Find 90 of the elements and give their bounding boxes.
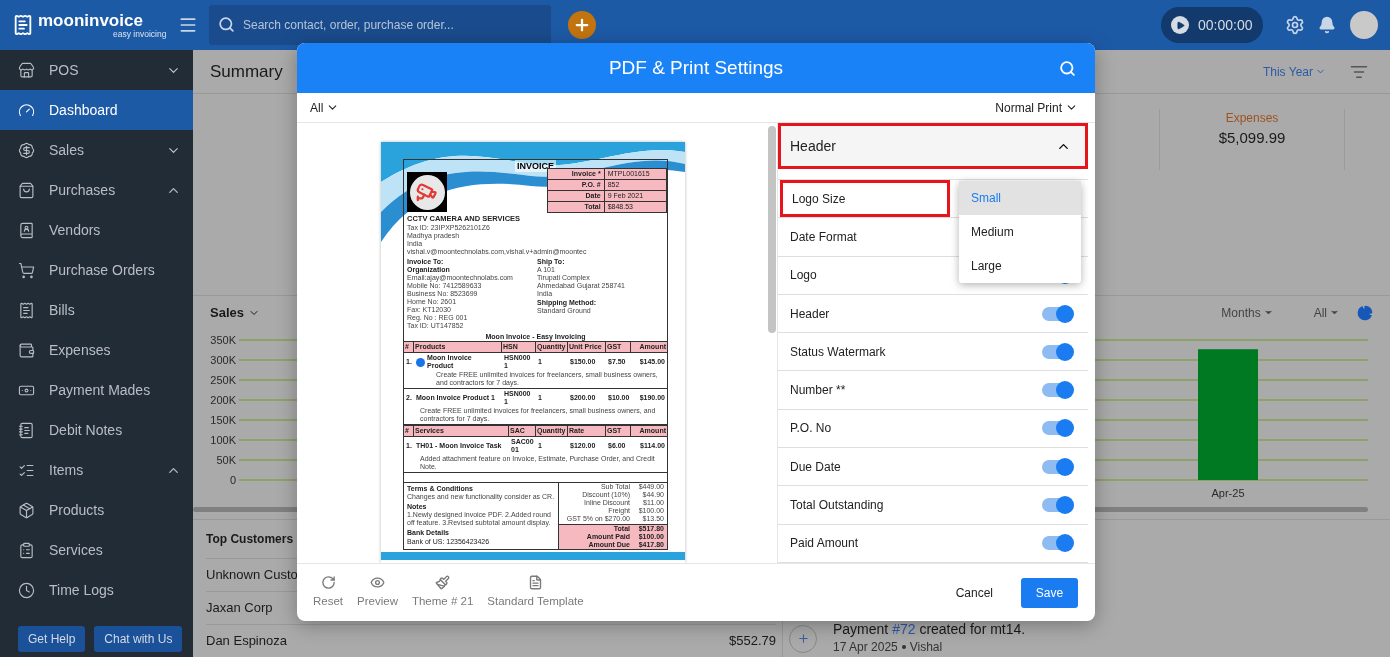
axis-tick-label: 50K	[216, 454, 236, 466]
activity-date: 17 Apr 2025	[833, 639, 898, 656]
axis-tick-label: 300K	[210, 354, 236, 366]
axis-tick-label: 150K	[210, 414, 236, 426]
play-icon	[1175, 20, 1185, 30]
sidebar-item[interactable]: Purchases	[0, 170, 193, 210]
activity-user: Vishal	[909, 639, 943, 656]
sidebar-item[interactable]: Payment Mades	[0, 370, 193, 410]
customer-name: Dan Espinoza	[206, 632, 287, 651]
toggle-switch[interactable]	[1042, 496, 1074, 514]
stat-value: $5,099.99	[1218, 128, 1286, 149]
toggle-switch[interactable]	[1042, 304, 1074, 323]
setting-label: Logo Size	[780, 180, 950, 218]
filter-dropdown[interactable]: All	[310, 98, 340, 117]
period-dropdown[interactable]: Months	[1221, 303, 1274, 322]
filter-dropdown[interactable]: All	[1313, 303, 1340, 322]
axis-tick-label: 350K	[210, 334, 236, 346]
print-mode-dropdown[interactable]: Normal Print	[995, 98, 1078, 117]
toolbar-button[interactable]: Theme # 21	[411, 574, 474, 611]
toggle-switch[interactable]	[1042, 342, 1074, 361]
page-title: Summary	[210, 60, 283, 83]
cancel-button[interactable]: Cancel	[941, 577, 1007, 608]
setting-label: Due Date	[789, 458, 841, 476]
company-logo	[407, 172, 447, 212]
tool-icon	[435, 574, 451, 590]
sidebar-item[interactable]: Expenses	[0, 330, 193, 370]
scrollbar[interactable]	[768, 126, 776, 333]
stat-label: Expenses	[1225, 110, 1279, 128]
activity-text: Payment #72 created for mt14.	[833, 621, 1026, 638]
tool-icon	[528, 574, 543, 590]
sidebar-item[interactable]: Time Logs	[0, 570, 193, 610]
logo-tagline: easy invoicing	[113, 28, 168, 39]
help-button[interactable]: Get Help	[18, 626, 86, 652]
sidebar-item[interactable]: Services	[0, 530, 193, 570]
plus-icon	[573, 16, 591, 34]
setting-label: Logo	[789, 267, 817, 285]
sidebar-item[interactable]: Vendors	[0, 210, 193, 250]
settings-icon[interactable]	[1285, 15, 1305, 35]
sidebar-item[interactable]: Purchase Orders	[0, 250, 193, 290]
section-title: Top Customers	[206, 531, 294, 548]
toggle-switch[interactable]	[1042, 534, 1074, 553]
customer-amount: $552.79	[729, 632, 776, 651]
logo-name: mooninvoice	[38, 11, 144, 29]
dropdown-option[interactable]: Medium	[959, 215, 1081, 249]
axis-tick-label: 200K	[210, 394, 236, 406]
save-button[interactable]: Save	[1021, 577, 1078, 608]
search-icon[interactable]	[1059, 60, 1076, 77]
sidebar-item[interactable]: Sales	[0, 130, 193, 170]
help-button[interactable]: Chat with Us	[94, 626, 183, 652]
accordion-header[interactable]: Header	[778, 123, 1088, 169]
sidebar-item[interactable]: Debit Notes	[0, 410, 193, 450]
setting-label: Status Watermark	[789, 343, 886, 361]
sidebar-item[interactable]: Bills	[0, 290, 193, 330]
dialog-title: PDF & Print Settings	[608, 55, 784, 80]
toolbar-button[interactable]: Reset	[313, 574, 344, 611]
setting-label: Number **	[789, 382, 846, 400]
tool-icon	[320, 574, 336, 590]
sidebar-item[interactable]: Products	[0, 490, 193, 530]
sidebar-item[interactable]: POS	[0, 50, 193, 90]
axis-tick-label: 0	[229, 474, 236, 486]
sidebar-item[interactable]: Dashboard	[0, 90, 193, 130]
logo-icon	[12, 14, 34, 36]
setting-label: Paid Amount	[789, 535, 859, 553]
toolbar-button[interactable]: Standard Template	[487, 574, 584, 611]
axis-category-label: Apr-25	[1211, 487, 1245, 499]
customer-name: Unknown Custo	[206, 566, 298, 585]
setting-label: Date Format	[789, 228, 857, 246]
sidebar-item[interactable]: Items	[0, 450, 193, 490]
setting-label: Header	[789, 305, 830, 323]
timer[interactable]: 00:00:00	[1161, 7, 1263, 43]
setting-label: Total Outstanding	[789, 497, 884, 514]
customer-name: Jaxan Corp	[206, 599, 273, 618]
bell-icon[interactable]	[1318, 16, 1336, 34]
tool-icon	[370, 574, 385, 590]
product-image	[416, 357, 425, 367]
toggle-switch[interactable]	[1042, 381, 1074, 400]
pie-chart-icon[interactable]	[1357, 304, 1373, 321]
chart-title-dropdown[interactable]: Sales	[210, 302, 260, 323]
plus-icon	[796, 632, 810, 645]
dropdown-option[interactable]: Large	[959, 249, 1081, 283]
toolbar-button[interactable]: Preview	[357, 574, 398, 611]
toggle-switch[interactable]	[1042, 457, 1074, 476]
search-field[interactable]: Search contact, order, purchase order...	[209, 5, 551, 45]
axis-tick-label: 250K	[210, 374, 236, 386]
search-icon	[218, 16, 235, 33]
add-button[interactable]	[568, 11, 596, 39]
toggle-switch[interactable]	[1042, 419, 1074, 438]
avatar[interactable]	[1350, 11, 1378, 39]
setting-label: P.O. No	[789, 420, 832, 438]
axis-tick-label: 100K	[210, 434, 236, 446]
